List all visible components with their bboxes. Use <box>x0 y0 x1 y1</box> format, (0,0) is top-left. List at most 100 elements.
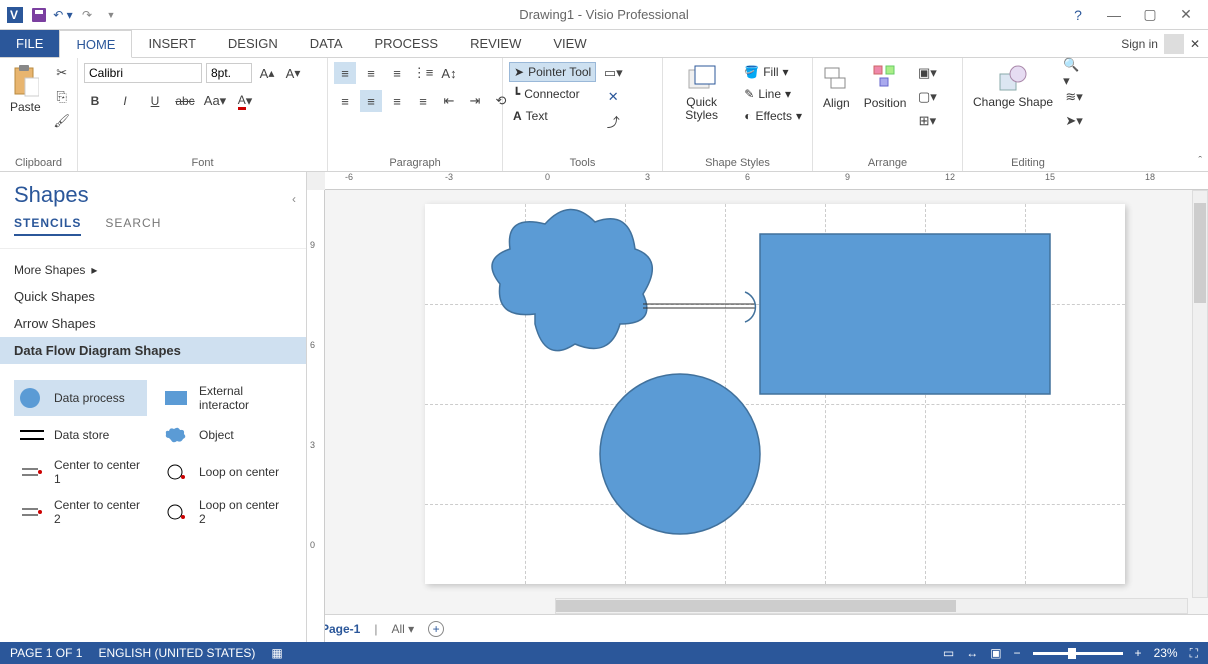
change-shape-button[interactable]: Change Shape <box>969 62 1057 111</box>
align-just-icon[interactable]: ≡ <box>412 90 434 112</box>
page-tab-1[interactable]: Page-1 <box>321 622 360 636</box>
macro-icon[interactable]: ▦ <box>271 646 282 660</box>
select-icon[interactable]: ➤▾ <box>1063 110 1085 132</box>
tab-file[interactable]: FILE <box>0 30 59 57</box>
tab-view[interactable]: VIEW <box>537 30 602 57</box>
redo-icon[interactable]: ↷ <box>76 4 98 26</box>
tab-process[interactable]: PROCESS <box>359 30 455 57</box>
quick-styles-button[interactable]: Quick Styles <box>669 62 734 124</box>
tab-design[interactable]: DESIGN <box>212 30 294 57</box>
stencil-data-process[interactable]: Data process <box>14 380 147 416</box>
vertical-scrollbar[interactable] <box>1192 190 1208 598</box>
fit-width-icon[interactable]: ↔ <box>966 646 978 660</box>
font-name-input[interactable] <box>84 63 202 83</box>
presentation-icon[interactable]: ▭ <box>943 646 954 660</box>
bring-front-icon[interactable]: ▣▾ <box>916 62 938 84</box>
external-interactor-shape[interactable] <box>760 234 1050 394</box>
fit-window-icon[interactable]: ⛶ <box>1190 646 1198 661</box>
stencil-object[interactable]: Object <box>159 420 292 450</box>
dec-indent-icon[interactable]: ⇤ <box>438 90 460 112</box>
undo-icon[interactable]: ↶ ▾ <box>52 4 74 26</box>
language-status[interactable]: ENGLISH (UNITED STATES) <box>98 646 255 660</box>
copy-icon[interactable]: ⎘ <box>51 86 73 108</box>
shrink-font-icon[interactable]: A▾ <box>282 62 304 84</box>
help-icon[interactable]: ? <box>1066 7 1090 23</box>
qat-dropdown-icon[interactable]: ▼ <box>100 4 122 26</box>
fit-page-icon[interactable]: ▣ <box>990 646 1001 660</box>
inc-indent-icon[interactable]: ⇥ <box>464 90 486 112</box>
tab-data[interactable]: DATA <box>294 30 359 57</box>
ribbon-close-icon[interactable]: ✕ <box>1190 37 1200 51</box>
dfd-shapes-item[interactable]: Data Flow Diagram Shapes <box>0 337 306 364</box>
zoom-level[interactable]: 23% <box>1154 646 1178 660</box>
stencil-loop1[interactable]: Loop on center <box>159 454 292 490</box>
conn-point-icon[interactable]: ⤴ <box>602 110 624 132</box>
align-right-icon[interactable]: ≡ <box>386 90 408 112</box>
stencil-data-store[interactable]: Data store <box>14 420 147 450</box>
case-button[interactable]: Aa▾ <box>204 90 226 112</box>
pointer-tool-button[interactable]: ➤Pointer Tool <box>509 62 596 82</box>
stencil-c2c2[interactable]: Center to center 2 <box>14 494 147 530</box>
save-icon[interactable] <box>28 4 50 26</box>
align-left-icon[interactable]: ≡ <box>334 90 356 112</box>
close-icon[interactable]: ✕ <box>1174 6 1198 23</box>
align-mid-icon[interactable]: ≡ <box>360 62 382 84</box>
arrow-shapes-item[interactable]: Arrow Shapes <box>14 310 292 337</box>
text-dir-icon[interactable]: A↕ <box>438 62 460 84</box>
position-button[interactable]: Position <box>860 62 911 112</box>
tab-insert[interactable]: INSERT <box>132 30 211 57</box>
align-button[interactable]: Align <box>819 62 854 112</box>
bullets-icon[interactable]: ⋮≡ <box>412 62 434 84</box>
stencil-external-interactor[interactable]: External interactor <box>159 380 292 416</box>
more-shapes-item[interactable]: More Shapes▸ <box>14 257 292 283</box>
tab-review[interactable]: REVIEW <box>454 30 537 57</box>
stencil-loop2[interactable]: Loop on center 2 <box>159 494 292 530</box>
sign-in[interactable]: Sign in ✕ <box>1121 30 1208 57</box>
grow-font-icon[interactable]: A▴ <box>256 62 278 84</box>
font-color-button[interactable]: A▾ <box>234 90 256 112</box>
zoom-slider[interactable] <box>1033 652 1123 655</box>
cut-icon[interactable]: ✂ <box>51 62 73 84</box>
align-bot-icon[interactable]: ≡ <box>386 62 408 84</box>
group-icon[interactable]: ⊞▾ <box>916 110 938 132</box>
collapse-ribbon-icon[interactable]: ˆ <box>1198 155 1202 167</box>
strike-button[interactable]: abc <box>174 90 196 112</box>
x-tool-icon[interactable]: ✕ <box>602 86 624 108</box>
find-icon[interactable]: 🔍▾ <box>1063 62 1085 84</box>
page-tab-all[interactable]: All ▾ <box>391 622 414 636</box>
visio-icon: V <box>4 4 26 26</box>
layers-icon[interactable]: ≋▾ <box>1063 86 1085 108</box>
horizontal-scrollbar[interactable] <box>555 598 1188 614</box>
bold-button[interactable]: B <box>84 90 106 112</box>
zoom-out-icon[interactable]: − <box>1014 646 1021 660</box>
fill-button[interactable]: 🪣Fill ▾ <box>740 62 806 82</box>
maximize-icon[interactable]: ▢ <box>1138 6 1162 23</box>
collapse-shapes-icon[interactable]: ‹ <box>292 192 296 206</box>
connector-tool-button[interactable]: ┗Connector <box>509 84 596 104</box>
search-tab[interactable]: SEARCH <box>105 216 161 236</box>
text-tool-button[interactable]: AText <box>509 106 596 126</box>
stencil-c2c1[interactable]: Center to center 1 <box>14 454 147 490</box>
font-size-input[interactable] <box>206 63 252 83</box>
canvas[interactable] <box>325 190 1208 614</box>
tab-home[interactable]: HOME <box>59 30 132 58</box>
add-page-icon[interactable]: + <box>428 621 444 637</box>
zoom-in-icon[interactable]: + <box>1135 646 1142 660</box>
rect-tool-icon[interactable]: ▭▾ <box>602 62 624 84</box>
object-shape[interactable] <box>492 209 652 350</box>
stencils-tab[interactable]: STENCILS <box>14 216 81 236</box>
page-counter[interactable]: PAGE 1 OF 1 <box>10 646 82 660</box>
clipboard-icon <box>11 64 39 98</box>
line-button[interactable]: ✎Line ▾ <box>740 84 806 104</box>
effects-button[interactable]: ◐Effects ▾ <box>740 106 806 126</box>
send-back-icon[interactable]: ▢▾ <box>916 86 938 108</box>
quick-shapes-item[interactable]: Quick Shapes <box>14 283 292 310</box>
minimize-icon[interactable]: — <box>1102 7 1126 23</box>
format-painter-icon[interactable]: 🖌 <box>51 110 73 132</box>
underline-button[interactable]: U <box>144 90 166 112</box>
align-top-icon[interactable]: ≡ <box>334 62 356 84</box>
align-center-icon[interactable]: ≡ <box>360 90 382 112</box>
paste-button[interactable]: Paste <box>6 62 45 116</box>
italic-button[interactable]: I <box>114 90 136 112</box>
data-process-shape[interactable] <box>600 374 760 534</box>
